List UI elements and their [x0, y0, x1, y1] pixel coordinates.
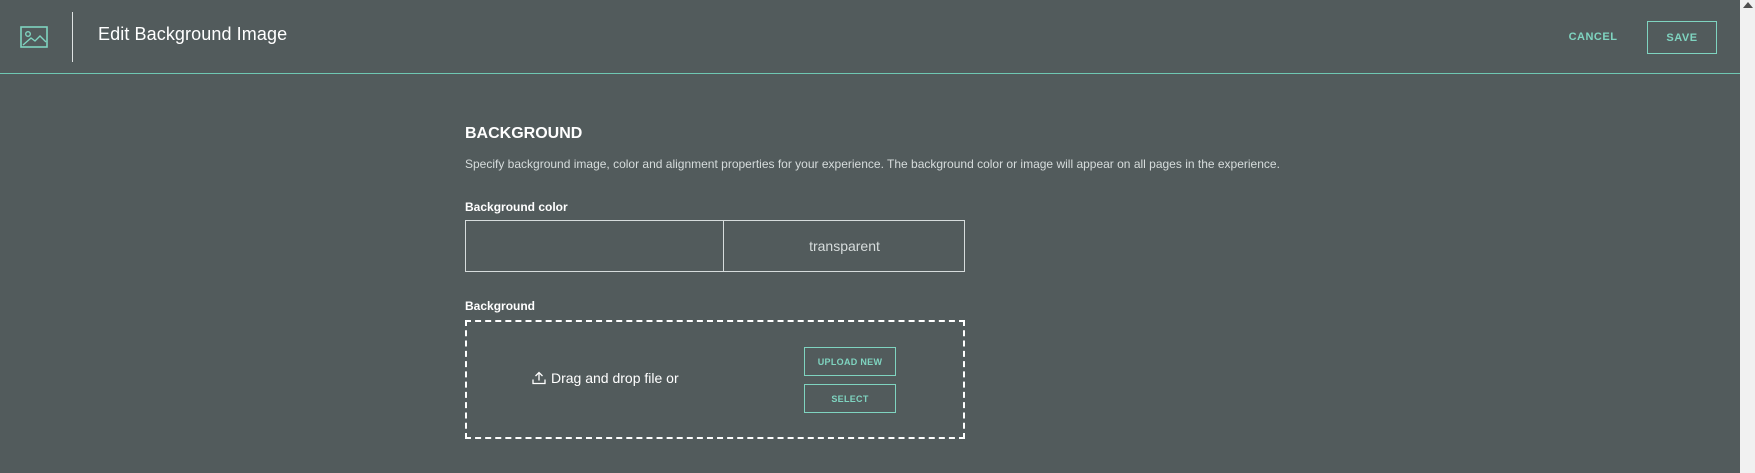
header-bar: Edit Background Image CANCEL SAVE — [0, 0, 1740, 74]
upload-new-button[interactable]: UPLOAD NEW — [804, 347, 896, 376]
scrollbar[interactable] — [1740, 0, 1755, 473]
color-value-input[interactable]: transparent — [725, 221, 964, 271]
save-button[interactable]: SAVE — [1647, 21, 1717, 54]
header-divider — [72, 12, 73, 62]
scroll-up-arrow-icon[interactable] — [1743, 2, 1753, 8]
background-label: Background — [465, 299, 536, 313]
page-title: Edit Background Image — [98, 24, 288, 44]
select-button[interactable]: SELECT — [804, 384, 896, 413]
cancel-button[interactable]: CANCEL — [1560, 22, 1626, 52]
drag-drop-text: Drag and drop file or — [551, 370, 679, 386]
background-color-label: Background color — [465, 200, 568, 214]
image-icon — [20, 26, 48, 48]
color-swatch[interactable] — [466, 221, 724, 271]
upload-icon — [532, 371, 546, 385]
background-dropzone[interactable]: Drag and drop file or UPLOAD NEW SELECT — [465, 320, 965, 439]
section-title: BACKGROUND — [465, 125, 583, 142]
edit-background-page: Edit Background Image CANCEL SAVE BACKGR… — [0, 0, 1755, 473]
background-color-field[interactable]: transparent — [465, 220, 965, 272]
section-description: Specify background image, color and alig… — [465, 157, 1280, 171]
